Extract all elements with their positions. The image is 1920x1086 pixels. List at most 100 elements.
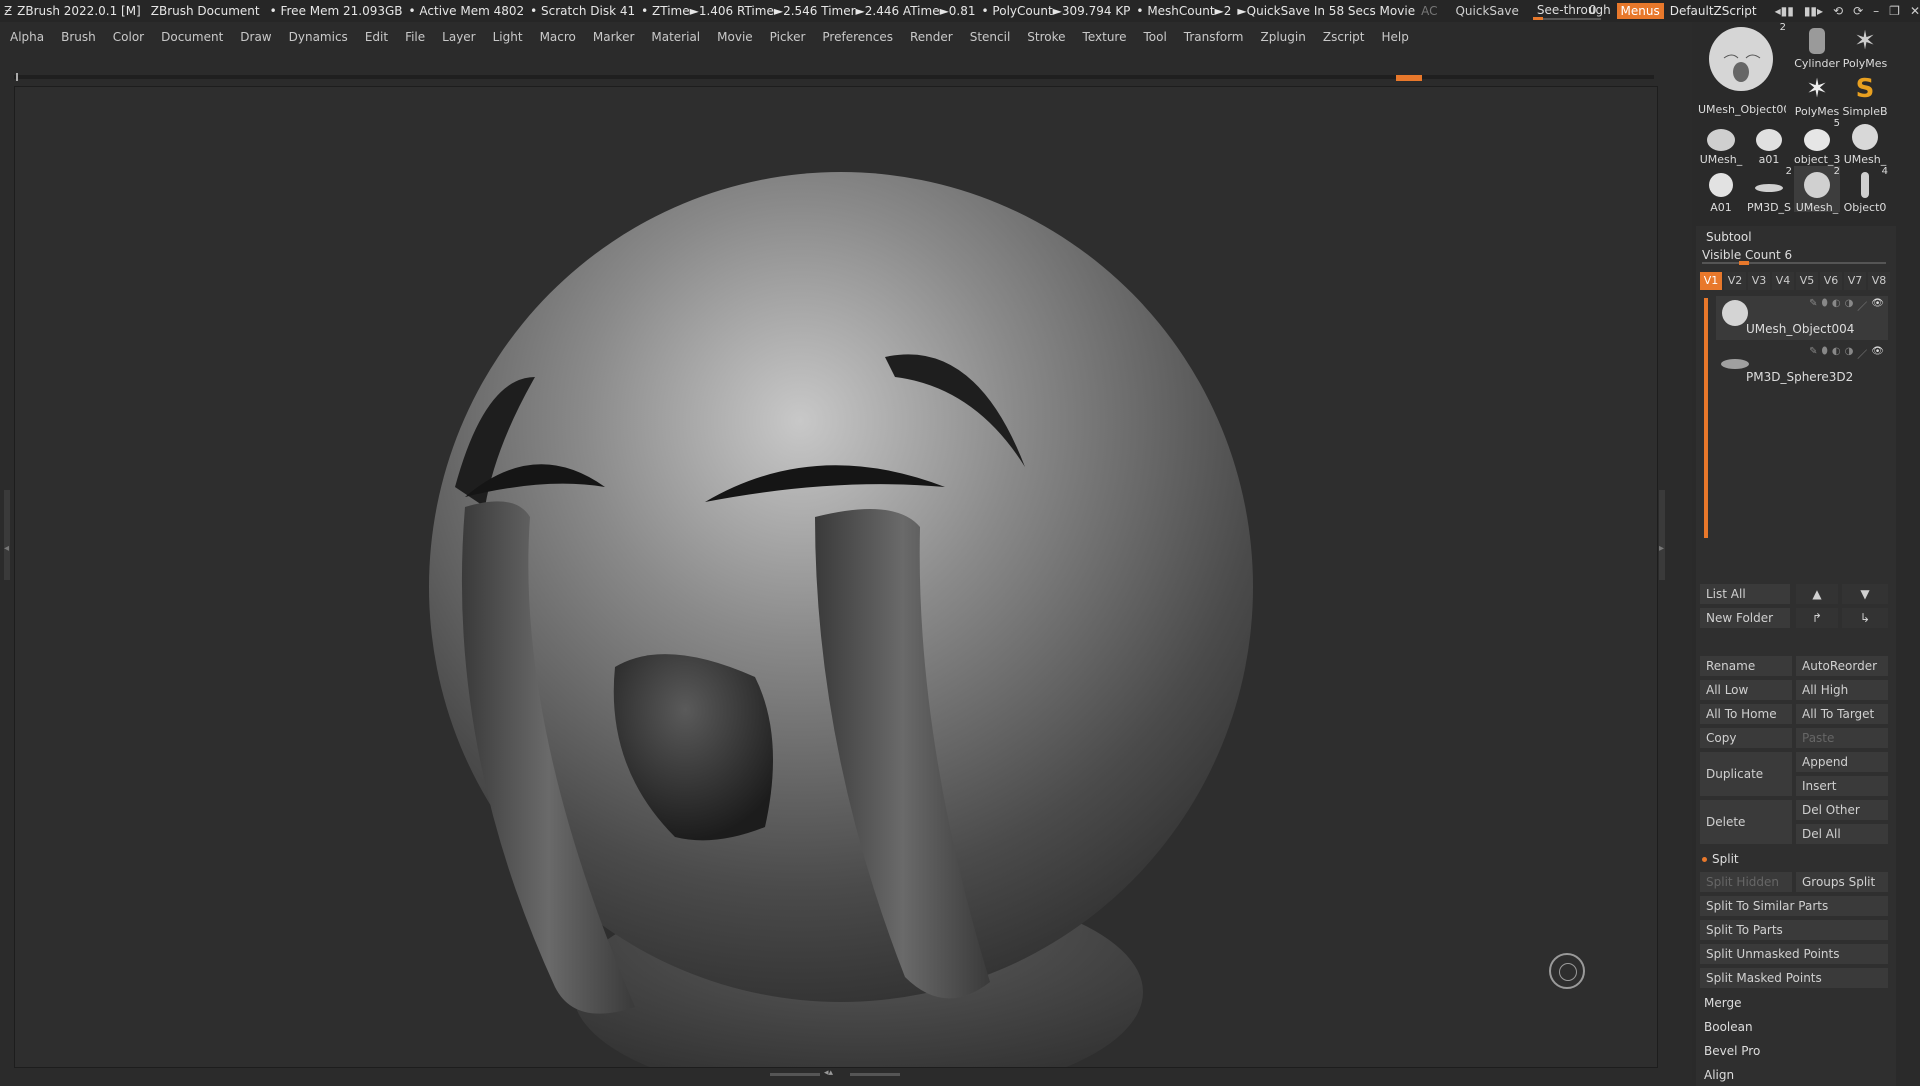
tab-v4[interactable]: V4 <box>1772 272 1794 290</box>
eye-icon[interactable]: 👁 <box>1871 346 1884 361</box>
subtool-scrollbar[interactable] <box>1704 298 1708 538</box>
menu-preferences[interactable]: Preferences <box>822 30 893 44</box>
bottom-tray-handle[interactable]: ◂▴ <box>770 1068 900 1078</box>
tool-thumb-cylinder[interactable]: Cylinder <box>1794 22 1840 70</box>
subtool-toggle-icon[interactable]: ⬮ <box>1822 298 1828 313</box>
tool-thumb-a01-2[interactable]: A01 <box>1698 166 1744 214</box>
tab-v2[interactable]: V2 <box>1724 272 1746 290</box>
tab-v8[interactable]: V8 <box>1868 272 1890 290</box>
menu-transform[interactable]: Transform <box>1184 30 1244 44</box>
menu-edit[interactable]: Edit <box>365 30 388 44</box>
see-through-slider[interactable]: See-through 0 <box>1532 3 1611 20</box>
tool-thumb-pm3d-sphere[interactable]: 2 PM3D_S <box>1746 166 1792 214</box>
minimize-icon[interactable]: – <box>1873 4 1879 18</box>
subtool-title[interactable]: Subtool <box>1706 230 1752 244</box>
subtool-item-umesh[interactable]: ✎ ⬮ ◐ ◑ ／ 👁 UMesh_Object004 <box>1716 296 1888 340</box>
canvas-viewport[interactable] <box>14 86 1658 1086</box>
split-unmasked-button[interactable]: Split Unmasked Points <box>1700 944 1888 964</box>
right-tray-arrow-icon[interactable]: ▸ <box>1659 543 1664 554</box>
menu-picker[interactable]: Picker <box>770 30 806 44</box>
groups-split-button[interactable]: Groups Split <box>1796 872 1888 892</box>
tab-v3[interactable]: V3 <box>1748 272 1770 290</box>
tool-thumb-umesh-2[interactable]: UMesh_ <box>1842 118 1888 166</box>
autoreorder-button[interactable]: AutoReorder <box>1796 656 1888 676</box>
menu-movie[interactable]: Movie <box>717 30 753 44</box>
split-masked-button[interactable]: Split Masked Points <box>1700 968 1888 988</box>
brush-icon[interactable]: ／ <box>1857 298 1867 313</box>
polypaint-icon[interactable]: ✎ <box>1809 298 1817 313</box>
left-tray-arrow-icon[interactable]: ◂ <box>4 543 9 554</box>
undo-history-icon[interactable]: ⟲ <box>1833 4 1843 18</box>
rename-button[interactable]: Rename <box>1700 656 1792 676</box>
maximize-icon[interactable]: ❐ <box>1889 4 1900 18</box>
menu-texture[interactable]: Texture <box>1083 30 1127 44</box>
menu-draw[interactable]: Draw <box>240 30 271 44</box>
tool-thumb-polymesh-2[interactable]: ✶ PolyMes <box>1794 70 1840 118</box>
all-low-button[interactable]: All Low <box>1700 680 1792 700</box>
polypaint-icon[interactable]: ✎ <box>1809 346 1817 361</box>
new-folder-button[interactable]: New Folder <box>1700 608 1790 628</box>
duplicate-button[interactable]: Duplicate <box>1700 752 1792 796</box>
tool-thumb-umesh-3[interactable]: 2 UMesh_ <box>1794 166 1840 214</box>
default-zscript-button[interactable]: DefaultZScript <box>1670 4 1757 18</box>
eye-icon[interactable]: 👁 <box>1871 298 1884 313</box>
tool-thumb-object3[interactable]: 5 object_3 <box>1794 118 1840 166</box>
tool-thumb-umesh-object[interactable]: 2 UMesh_Object00 <box>1698 22 1786 116</box>
move-down-icon[interactable]: ▼ <box>1842 584 1888 604</box>
close-icon[interactable]: ✕ <box>1910 4 1920 18</box>
mode-icon[interactable]: ◐ <box>1832 298 1841 313</box>
del-all-button[interactable]: Del All <box>1796 824 1888 844</box>
subtool-toggle-icon[interactable]: ⬮ <box>1822 346 1828 361</box>
insert-button[interactable]: Insert <box>1796 776 1888 796</box>
timeline-ruler[interactable] <box>14 73 1654 81</box>
menu-dynamics[interactable]: Dynamics <box>289 30 348 44</box>
dynamic-icon[interactable]: ◑ <box>1845 346 1854 361</box>
visible-count-slider[interactable]: Visible Count 6 <box>1702 248 1886 265</box>
subtool-item-pm3d-sphere[interactable]: ✎ ⬮ ◐ ◑ ／ 👁 PM3D_Sphere3D2 <box>1716 344 1888 388</box>
menu-marker[interactable]: Marker <box>593 30 634 44</box>
quicksave-button[interactable]: QuickSave <box>1455 4 1518 18</box>
navigation-gizmo-icon[interactable] <box>1549 953 1585 989</box>
merge-section[interactable]: Merge <box>1704 996 1741 1010</box>
menu-macro[interactable]: Macro <box>540 30 576 44</box>
menu-alpha[interactable]: Alpha <box>10 30 44 44</box>
menu-stroke[interactable]: Stroke <box>1027 30 1065 44</box>
append-button[interactable]: Append <box>1796 752 1888 772</box>
tab-v6[interactable]: V6 <box>1820 272 1842 290</box>
delete-button[interactable]: Delete <box>1700 800 1792 844</box>
tool-thumb-object0[interactable]: 4 Object0 <box>1842 166 1888 214</box>
mode-icon[interactable]: ◐ <box>1832 346 1841 361</box>
menu-tool[interactable]: Tool <box>1143 30 1166 44</box>
menu-layer[interactable]: Layer <box>442 30 475 44</box>
paste-button[interactable]: Paste <box>1796 728 1888 748</box>
list-all-button[interactable]: List All <box>1700 584 1790 604</box>
menu-color[interactable]: Color <box>113 30 144 44</box>
dynamic-icon[interactable]: ◑ <box>1845 298 1854 313</box>
menu-zplugin[interactable]: Zplugin <box>1261 30 1306 44</box>
menu-stencil[interactable]: Stencil <box>970 30 1011 44</box>
split-section[interactable]: Split <box>1702 852 1739 866</box>
menu-render[interactable]: Render <box>910 30 953 44</box>
all-to-home-button[interactable]: All To Home <box>1700 704 1792 724</box>
menu-material[interactable]: Material <box>651 30 700 44</box>
folder-arrow-icon[interactable]: ↱ <box>1796 608 1838 628</box>
tool-thumb-umesh-1[interactable]: UMesh_ <box>1698 118 1744 166</box>
menu-document[interactable]: Document <box>161 30 223 44</box>
all-to-target-button[interactable]: All To Target <box>1796 704 1888 724</box>
tool-thumb-a01[interactable]: a01 <box>1746 118 1792 166</box>
copy-button[interactable]: Copy <box>1700 728 1792 748</box>
split-hidden-button[interactable]: Split Hidden <box>1700 872 1792 892</box>
split-similar-parts-button[interactable]: Split To Similar Parts <box>1700 896 1888 916</box>
tab-v5[interactable]: V5 <box>1796 272 1818 290</box>
folder-in-icon[interactable]: ↳ <box>1842 608 1888 628</box>
timeline-marker[interactable] <box>1396 75 1422 81</box>
brush-icon[interactable]: ／ <box>1857 346 1867 361</box>
move-up-icon[interactable]: ▲ <box>1796 584 1838 604</box>
tab-v1[interactable]: V1 <box>1700 272 1722 290</box>
menu-light[interactable]: Light <box>493 30 523 44</box>
redo-history-icon[interactable]: ⟳ <box>1853 4 1863 18</box>
menu-brush[interactable]: Brush <box>61 30 96 44</box>
left-tray-handle[interactable] <box>4 490 10 580</box>
layout-icon[interactable]: ◂▮▮ <box>1775 4 1794 18</box>
all-high-button[interactable]: All High <box>1796 680 1888 700</box>
